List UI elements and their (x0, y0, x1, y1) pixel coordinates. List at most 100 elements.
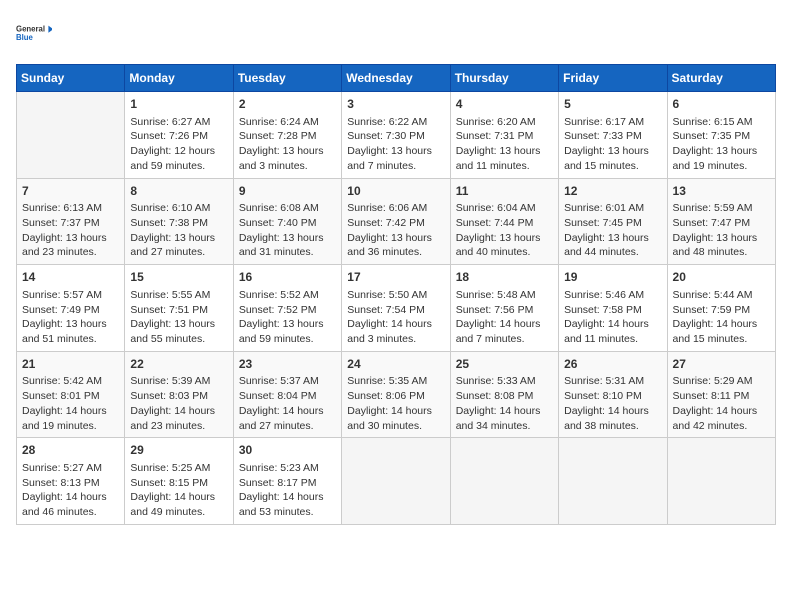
calendar-cell: 7Sunrise: 6:13 AM Sunset: 7:37 PM Daylig… (17, 178, 125, 265)
day-info: Sunrise: 6:13 AM Sunset: 7:37 PM Dayligh… (22, 201, 119, 260)
day-number: 5 (564, 96, 661, 113)
day-info: Sunrise: 5:48 AM Sunset: 7:56 PM Dayligh… (456, 288, 553, 347)
calendar-cell (559, 438, 667, 525)
day-number: 8 (130, 183, 227, 200)
day-number: 9 (239, 183, 336, 200)
calendar-cell: 14 Sunrise: 5:57 AM Sunset: 7:49 PM Dayli… (17, 265, 125, 352)
day-info: Sunrise: 6:24 AM Sunset: 7:28 PM Dayligh… (239, 115, 336, 174)
day-number: 25 (456, 356, 553, 373)
calendar-cell: 5Sunrise: 6:17 AM Sunset: 7:33 PM Daylig… (559, 92, 667, 179)
week-row-3: 14 Sunrise: 5:57 AM Sunset: 7:49 PM Dayli… (17, 265, 776, 352)
calendar-cell: 20 Sunrise: 5:44 AM Sunset: 7:59 PM Dayli… (667, 265, 775, 352)
calendar-cell: 10Sunrise: 6:06 AM Sunset: 7:42 PM Dayli… (342, 178, 450, 265)
day-info: Sunrise: 5:31 AM Sunset: 8:10 PM Dayligh… (564, 374, 661, 433)
calendar-cell: 11Sunrise: 6:04 AM Sunset: 7:44 PM Dayli… (450, 178, 558, 265)
calendar-cell: 27Sunrise: 5:29 AM Sunset: 8:11 PM Dayli… (667, 351, 775, 438)
calendar-cell: 9Sunrise: 6:08 AM Sunset: 7:40 PM Daylig… (233, 178, 341, 265)
day-info: Sunrise: 5:46 AM Sunset: 7:58 PM Dayligh… (564, 288, 661, 347)
day-number: 28 (22, 442, 119, 459)
day-info: Sunrise: 5:39 AM Sunset: 8:03 PM Dayligh… (130, 374, 227, 433)
calendar-cell: 24Sunrise: 5:35 AM Sunset: 8:06 PM Dayli… (342, 351, 450, 438)
calendar-cell: 8Sunrise: 6:10 AM Sunset: 7:38 PM Daylig… (125, 178, 233, 265)
calendar-cell: 28Sunrise: 5:27 AM Sunset: 8:13 PM Dayli… (17, 438, 125, 525)
week-row-2: 7Sunrise: 6:13 AM Sunset: 7:37 PM Daylig… (17, 178, 776, 265)
svg-text:Blue: Blue (16, 33, 34, 42)
calendar-cell (667, 438, 775, 525)
day-info: Sunrise: 6:10 AM Sunset: 7:38 PM Dayligh… (130, 201, 227, 260)
day-info: Sunrise: 5:23 AM Sunset: 8:17 PM Dayligh… (239, 461, 336, 520)
col-header-saturday: Saturday (667, 65, 775, 92)
calendar-cell: 2 Sunrise: 6:24 AM Sunset: 7:28 PM Daylig… (233, 92, 341, 179)
logo-icon: General Blue (16, 16, 52, 52)
calendar-cell: 17 Sunrise: 5:50 AM Sunset: 7:54 PM Dayli… (342, 265, 450, 352)
col-header-wednesday: Wednesday (342, 65, 450, 92)
day-info: Sunrise: 5:25 AM Sunset: 8:15 PM Dayligh… (130, 461, 227, 520)
day-number: 27 (673, 356, 770, 373)
day-number: 4 (456, 96, 553, 113)
day-number: 16 (239, 269, 336, 286)
day-info: Sunrise: 5:35 AM Sunset: 8:06 PM Dayligh… (347, 374, 444, 433)
calendar-table: SundayMondayTuesdayWednesdayThursdayFrid… (16, 64, 776, 525)
day-info: Sunrise: 6:15 AM Sunset: 7:35 PM Dayligh… (673, 115, 770, 174)
calendar-cell: 18 Sunrise: 5:48 AM Sunset: 7:56 PM Dayli… (450, 265, 558, 352)
calendar-cell (17, 92, 125, 179)
day-number: 30 (239, 442, 336, 459)
day-info: Sunrise: 6:08 AM Sunset: 7:40 PM Dayligh… (239, 201, 336, 260)
day-number: 2 (239, 96, 336, 113)
day-info: Sunrise: 6:22 AM Sunset: 7:30 PM Dayligh… (347, 115, 444, 174)
week-row-4: 21Sunrise: 5:42 AM Sunset: 8:01 PM Dayli… (17, 351, 776, 438)
day-info: Sunrise: 6:01 AM Sunset: 7:45 PM Dayligh… (564, 201, 661, 260)
calendar-cell: 15 Sunrise: 5:55 AM Sunset: 7:51 PM Dayli… (125, 265, 233, 352)
calendar-cell: 3 Sunrise: 6:22 AM Sunset: 7:30 PM Daylig… (342, 92, 450, 179)
day-info: Sunrise: 5:29 AM Sunset: 8:11 PM Dayligh… (673, 374, 770, 433)
week-row-1: 1 Sunrise: 6:27 AM Sunset: 7:26 PM Daylig… (17, 92, 776, 179)
col-header-monday: Monday (125, 65, 233, 92)
day-number: 21 (22, 356, 119, 373)
day-info: Sunrise: 5:33 AM Sunset: 8:08 PM Dayligh… (456, 374, 553, 433)
day-info: Sunrise: 5:44 AM Sunset: 7:59 PM Dayligh… (673, 288, 770, 347)
calendar-cell: 22Sunrise: 5:39 AM Sunset: 8:03 PM Dayli… (125, 351, 233, 438)
col-header-sunday: Sunday (17, 65, 125, 92)
day-info: Sunrise: 5:59 AM Sunset: 7:47 PM Dayligh… (673, 201, 770, 260)
day-number: 13 (673, 183, 770, 200)
col-header-tuesday: Tuesday (233, 65, 341, 92)
calendar-cell: 4 Sunrise: 6:20 AM Sunset: 7:31 PM Daylig… (450, 92, 558, 179)
day-number: 29 (130, 442, 227, 459)
day-number: 18 (456, 269, 553, 286)
day-info: Sunrise: 6:20 AM Sunset: 7:31 PM Dayligh… (456, 115, 553, 174)
day-number: 26 (564, 356, 661, 373)
calendar-cell: 1 Sunrise: 6:27 AM Sunset: 7:26 PM Daylig… (125, 92, 233, 179)
calendar-cell: 12Sunrise: 6:01 AM Sunset: 7:45 PM Dayli… (559, 178, 667, 265)
day-info: Sunrise: 5:50 AM Sunset: 7:54 PM Dayligh… (347, 288, 444, 347)
calendar-cell: 30 Sunrise: 5:23 AM Sunset: 8:17 PM Dayli… (233, 438, 341, 525)
day-number: 12 (564, 183, 661, 200)
day-info: Sunrise: 5:42 AM Sunset: 8:01 PM Dayligh… (22, 374, 119, 433)
day-info: Sunrise: 5:55 AM Sunset: 7:51 PM Dayligh… (130, 288, 227, 347)
calendar-cell: 16Sunrise: 5:52 AM Sunset: 7:52 PM Dayli… (233, 265, 341, 352)
day-number: 20 (673, 269, 770, 286)
day-number: 23 (239, 356, 336, 373)
day-number: 15 (130, 269, 227, 286)
day-number: 24 (347, 356, 444, 373)
calendar-cell: 6Sunrise: 6:15 AM Sunset: 7:35 PM Daylig… (667, 92, 775, 179)
col-header-thursday: Thursday (450, 65, 558, 92)
week-row-5: 28Sunrise: 5:27 AM Sunset: 8:13 PM Dayli… (17, 438, 776, 525)
day-number: 7 (22, 183, 119, 200)
day-number: 14 (22, 269, 119, 286)
day-number: 3 (347, 96, 444, 113)
svg-text:General: General (16, 25, 45, 34)
col-header-friday: Friday (559, 65, 667, 92)
day-info: Sunrise: 5:57 AM Sunset: 7:49 PM Dayligh… (22, 288, 119, 347)
calendar-cell: 29 Sunrise: 5:25 AM Sunset: 8:15 PM Dayli… (125, 438, 233, 525)
page-header: General Blue (16, 16, 776, 52)
calendar-cell: 25Sunrise: 5:33 AM Sunset: 8:08 PM Dayli… (450, 351, 558, 438)
calendar-cell: 19 Sunrise: 5:46 AM Sunset: 7:58 PM Dayli… (559, 265, 667, 352)
day-info: Sunrise: 5:37 AM Sunset: 8:04 PM Dayligh… (239, 374, 336, 433)
day-number: 17 (347, 269, 444, 286)
day-number: 1 (130, 96, 227, 113)
calendar-cell: 23Sunrise: 5:37 AM Sunset: 8:04 PM Dayli… (233, 351, 341, 438)
day-info: Sunrise: 6:27 AM Sunset: 7:26 PM Dayligh… (130, 115, 227, 174)
calendar-cell: 21Sunrise: 5:42 AM Sunset: 8:01 PM Dayli… (17, 351, 125, 438)
calendar-cell: 13Sunrise: 5:59 AM Sunset: 7:47 PM Dayli… (667, 178, 775, 265)
day-number: 19 (564, 269, 661, 286)
